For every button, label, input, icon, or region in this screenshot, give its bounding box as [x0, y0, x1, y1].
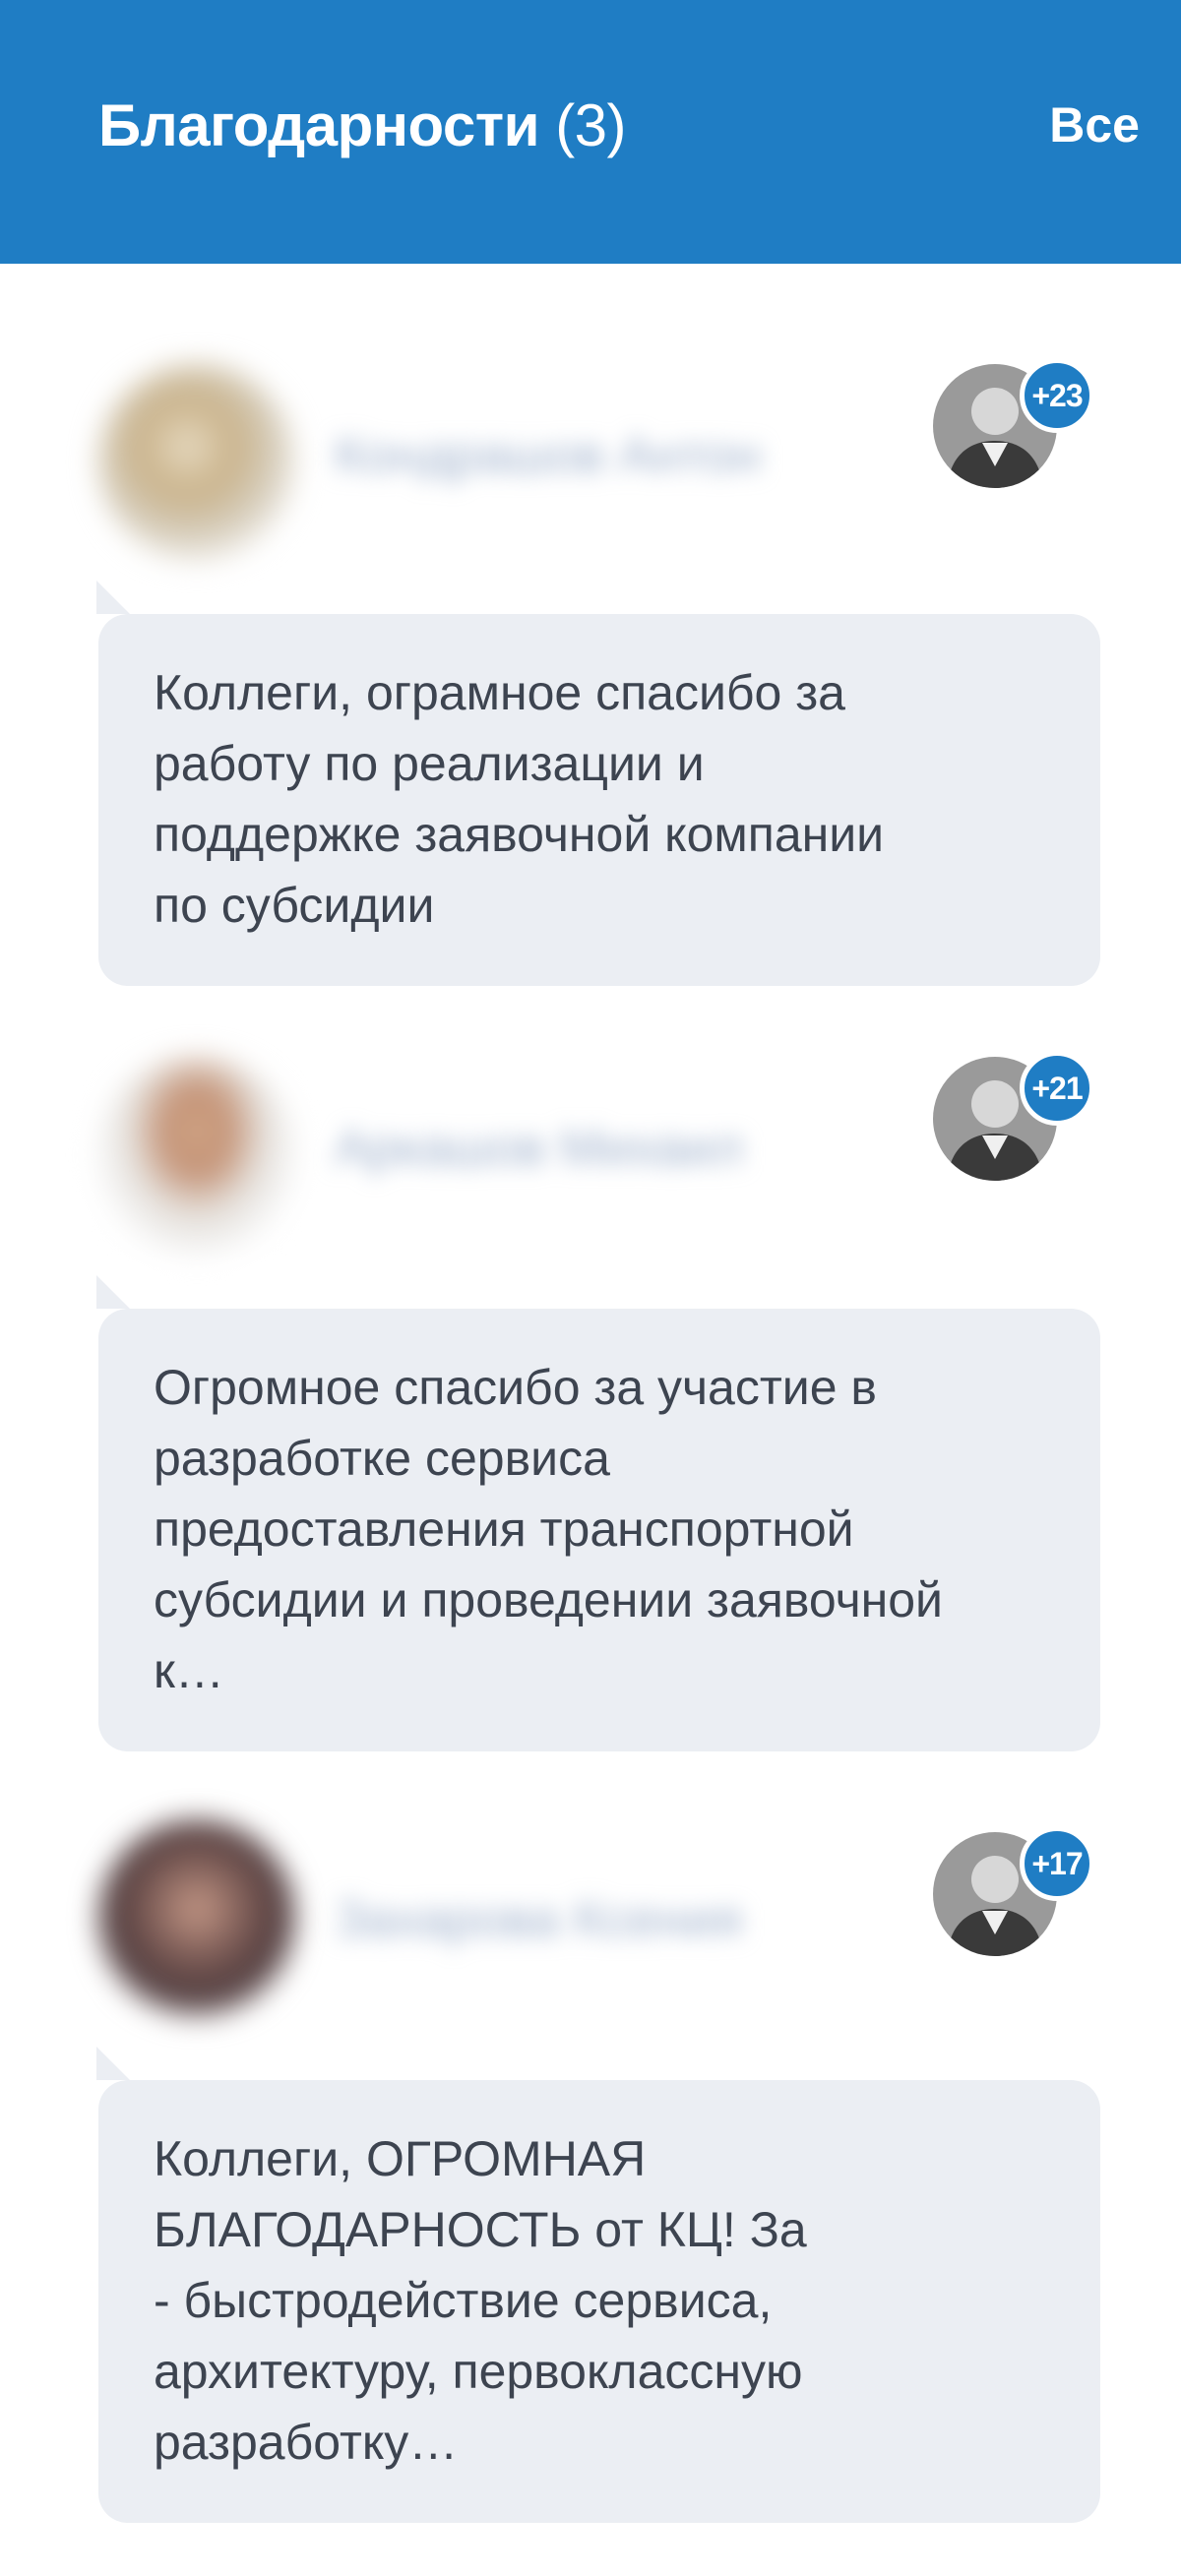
bubble-tail [96, 1275, 130, 1309]
page-title-text: Благодарности [98, 92, 540, 158]
view-all-link[interactable]: Все [1049, 91, 1140, 159]
author-name[interactable]: Захарова Ксения [335, 1885, 817, 1954]
giver-count-badge: +23 [1020, 358, 1094, 433]
thanks-count: (3) [555, 92, 627, 158]
thanks-message[interactable]: Коллеги, ограмное спасибо за работу по р… [98, 614, 1100, 986]
avatar[interactable] [98, 1057, 295, 1254]
giver-count-badge: +21 [1020, 1051, 1094, 1126]
avatar[interactable] [98, 1820, 295, 2017]
author-name[interactable]: Кондрашов Антон [335, 421, 817, 490]
avatar[interactable] [98, 364, 295, 561]
thanks-message[interactable]: Огромное спасибо за участие в разработке… [98, 1309, 1100, 1751]
thanks-message[interactable]: Коллеги, ОГРОМНАЯ БЛАГОДАРНОСТЬ от КЦ! З… [98, 2080, 1100, 2523]
bubble-tail [96, 581, 130, 614]
page-title: Благодарности (3) [98, 87, 627, 165]
author-name[interactable]: Аркашов Михаил [335, 1114, 817, 1183]
bubble-tail [96, 2047, 130, 2080]
header-bar: Благодарности (3) Все [0, 0, 1181, 264]
giver-count-badge: +17 [1020, 1826, 1094, 1901]
